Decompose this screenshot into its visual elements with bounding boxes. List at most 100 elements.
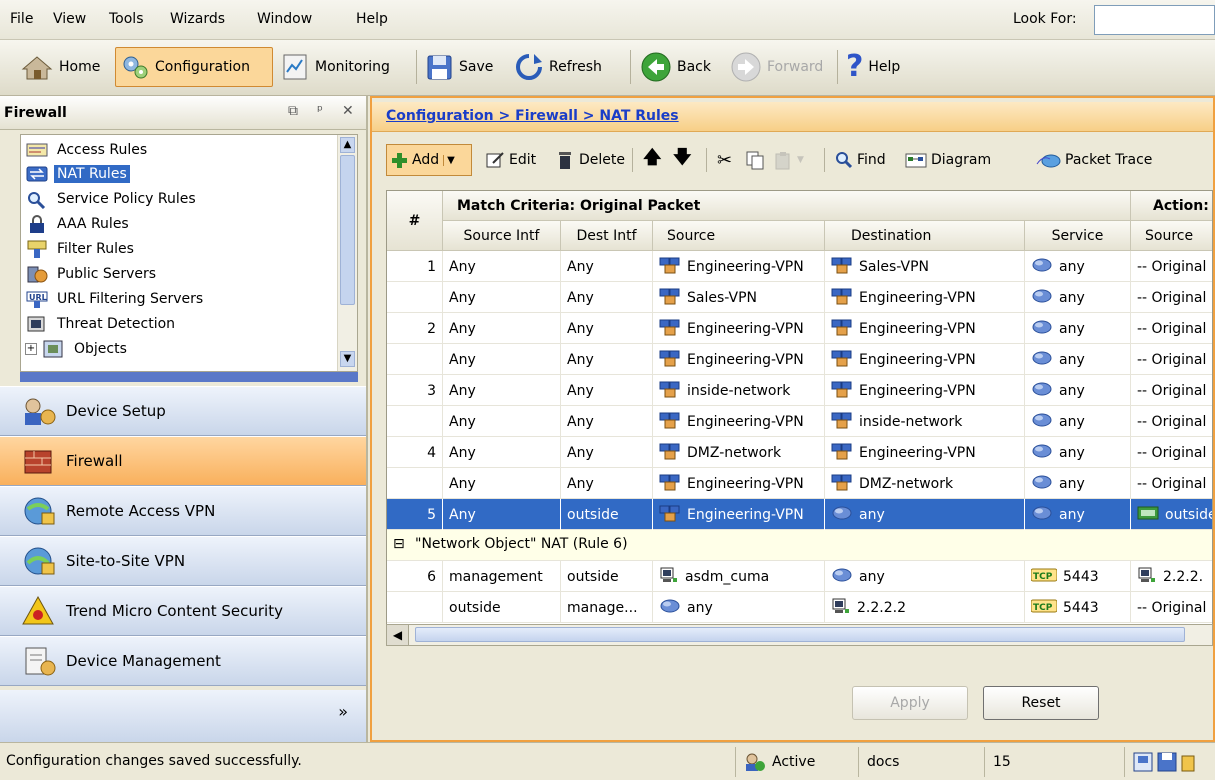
pin-panel-icon[interactable]: ᵖ <box>317 103 323 119</box>
tree-scrollbar[interactable]: ▲ ▼ <box>337 135 357 371</box>
tree-item-objects[interactable]: + Objects <box>25 336 130 361</box>
lock-status-icon[interactable] <box>1181 752 1195 772</box>
tree-item-nat-rules[interactable]: NAT Rules <box>25 161 130 186</box>
cell-service-text: 5443 <box>1063 568 1099 585</box>
nav-more-button[interactable]: » <box>0 690 366 742</box>
menu-view[interactable]: View <box>53 11 86 27</box>
packet-trace-button[interactable]: Packet Trace <box>1032 144 1155 176</box>
horizontal-scrollbar[interactable]: ◀ <box>386 624 1213 646</box>
table-row[interactable]: Any Any Engineering-VPN inside-network any --… <box>387 406 1212 437</box>
forward-button[interactable]: Forward <box>726 47 827 87</box>
service-any-icon <box>1031 411 1053 433</box>
tree-item-filter-rules[interactable]: Filter Rules <box>25 236 137 261</box>
column-header-service[interactable]: Service <box>1025 221 1131 251</box>
panel-splitter[interactable] <box>20 372 358 382</box>
back-button[interactable]: Back <box>636 47 715 87</box>
reset-button[interactable]: Reset <box>983 686 1099 720</box>
cell-dest-intf-text: Any <box>567 413 594 430</box>
column-header-number[interactable]: # <box>387 191 443 251</box>
cell-number: 4 <box>387 437 443 468</box>
diagram-icon <box>905 153 927 168</box>
cell-source-intf: management <box>443 561 561 592</box>
cell-source-intf-text: Any <box>449 289 476 306</box>
nav-trend-micro-content-security[interactable]: Trend Micro Content Security <box>0 586 366 636</box>
tree-item-threat-detection[interactable]: Threat Detection <box>25 311 178 336</box>
disk-status-icon[interactable] <box>1157 752 1177 772</box>
cell-source-text: Engineering-VPN <box>687 320 804 337</box>
menu-file[interactable]: File <box>10 11 33 27</box>
connection-status: Active <box>735 747 851 777</box>
scroll-left-icon[interactable]: ◀ <box>387 625 409 645</box>
table-row[interactable]: outside manage... any 2.2.2.2 TCP 5443 -- Orig… <box>387 592 1212 623</box>
scroll-up-icon[interactable]: ▲ <box>340 137 355 153</box>
float-panel-icon[interactable]: ⧉ <box>288 103 298 119</box>
tree-item-public-servers[interactable]: Public Servers <box>25 261 159 286</box>
delete-rule-button[interactable]: Delete <box>552 144 628 176</box>
column-header-dest-intf[interactable]: Dest Intf <box>561 221 653 251</box>
forward-label: Forward <box>767 59 824 75</box>
column-header-source[interactable]: Source <box>653 221 825 251</box>
table-row[interactable]: 3 Any Any inside-network Engineering-VPN any -… <box>387 375 1212 406</box>
save-status-icon[interactable] <box>1133 752 1153 772</box>
move-down-button[interactable]: 🡇 <box>670 144 695 176</box>
table-row[interactable]: 5 Any outside Engineering-VPN any any outside <box>387 499 1212 530</box>
look-for-input[interactable] <box>1094 5 1215 35</box>
table-row[interactable]: 4 Any Any DMZ-network Engineering-VPN any -- O… <box>387 437 1212 468</box>
public-servers-icon <box>27 266 48 282</box>
table-row[interactable]: Any Any Sales-VPN Engineering-VPN any -- Orig… <box>387 282 1212 313</box>
menu-help[interactable]: Help <box>356 11 388 27</box>
diagram-button[interactable]: Diagram <box>902 144 994 176</box>
table-row[interactable]: 6 management outside asdm_cuma any TCP 5443 2.2… <box>387 561 1212 592</box>
save-button[interactable]: Save <box>420 47 497 87</box>
collapse-toggle-icon[interactable]: ⊟ <box>393 536 405 552</box>
home-button[interactable]: Home <box>16 47 104 87</box>
cell-dest-intf: Any <box>561 344 653 375</box>
menu-window[interactable]: Window <box>257 11 312 27</box>
table-row[interactable]: 2 Any Any Engineering-VPN Engineering-VPN any… <box>387 313 1212 344</box>
refresh-button[interactable]: Refresh <box>510 47 606 87</box>
nav-device-setup[interactable]: Device Setup <box>0 386 366 436</box>
column-header-destination[interactable]: Destination <box>825 221 1025 251</box>
cell-number-text: 4 <box>427 444 436 461</box>
nav-site-to-site-vpn[interactable]: Site-to-Site VPN <box>0 536 366 586</box>
monitoring-button[interactable]: Monitoring <box>276 47 394 87</box>
tcp-icon: TCP <box>1030 568 1058 586</box>
menu-tools[interactable]: Tools <box>109 11 144 27</box>
column-header-action-source[interactable]: Source <box>1131 221 1212 251</box>
configuration-button[interactable]: Configuration <box>115 47 273 87</box>
cell-service: TCP 5443 <box>1025 592 1131 623</box>
paste-button[interactable]: ▼ <box>770 144 807 176</box>
scroll-down-icon[interactable]: ▼ <box>340 351 355 367</box>
group-row[interactable]: ⊟ "Network Object" NAT (Rule 6) <box>387 530 1212 561</box>
cut-button[interactable]: ✂ <box>714 144 735 176</box>
column-header-source-intf[interactable]: Source Intf <box>443 221 561 251</box>
find-button[interactable]: Find <box>832 144 889 176</box>
copy-button[interactable] <box>742 144 768 176</box>
chevron-more-icon: » <box>338 702 348 721</box>
nav-remote-access-vpn[interactable]: Remote Access VPN <box>0 486 366 536</box>
tree-item-aaa-rules[interactable]: AAA Rules <box>25 211 132 236</box>
table-row[interactable]: Any Any Engineering-VPN DMZ-network any -- Or… <box>387 468 1212 499</box>
move-up-button[interactable]: 🡅 <box>640 144 665 176</box>
breadcrumb[interactable]: Configuration > Firewall > NAT Rules <box>386 108 679 124</box>
dropdown-arrow-icon[interactable]: ▼ <box>443 154 455 166</box>
add-rule-button[interactable]: Add ▼ <box>386 144 472 176</box>
expand-toggle-icon[interactable]: + <box>25 342 37 355</box>
tree-item-url-filtering-servers[interactable]: URL URL Filtering Servers <box>25 286 206 311</box>
close-panel-icon[interactable]: ✕ <box>342 103 354 119</box>
tree-item-service-policy-rules[interactable]: Service Policy Rules <box>25 186 199 211</box>
cell-destination: any <box>825 499 1025 530</box>
apply-button[interactable]: Apply <box>852 686 968 720</box>
scroll-thumb[interactable] <box>340 155 355 305</box>
user-status-icon <box>746 753 765 771</box>
table-row[interactable]: Any Any Engineering-VPN Engineering-VPN any -… <box>387 344 1212 375</box>
cell-number <box>387 344 443 375</box>
help-button[interactable]: ? Help <box>842 47 904 87</box>
table-row[interactable]: 1 Any Any Engineering-VPN Sales-VPN any -- Ori… <box>387 251 1212 282</box>
scroll-thumb[interactable] <box>415 627 1185 642</box>
menu-wizards[interactable]: Wizards <box>170 11 225 27</box>
nav-device-management[interactable]: Device Management <box>0 636 366 686</box>
nav-firewall[interactable]: Firewall <box>0 436 366 486</box>
edit-rule-button[interactable]: Edit <box>482 144 539 176</box>
tree-item-access-rules[interactable]: Access Rules <box>25 137 150 162</box>
